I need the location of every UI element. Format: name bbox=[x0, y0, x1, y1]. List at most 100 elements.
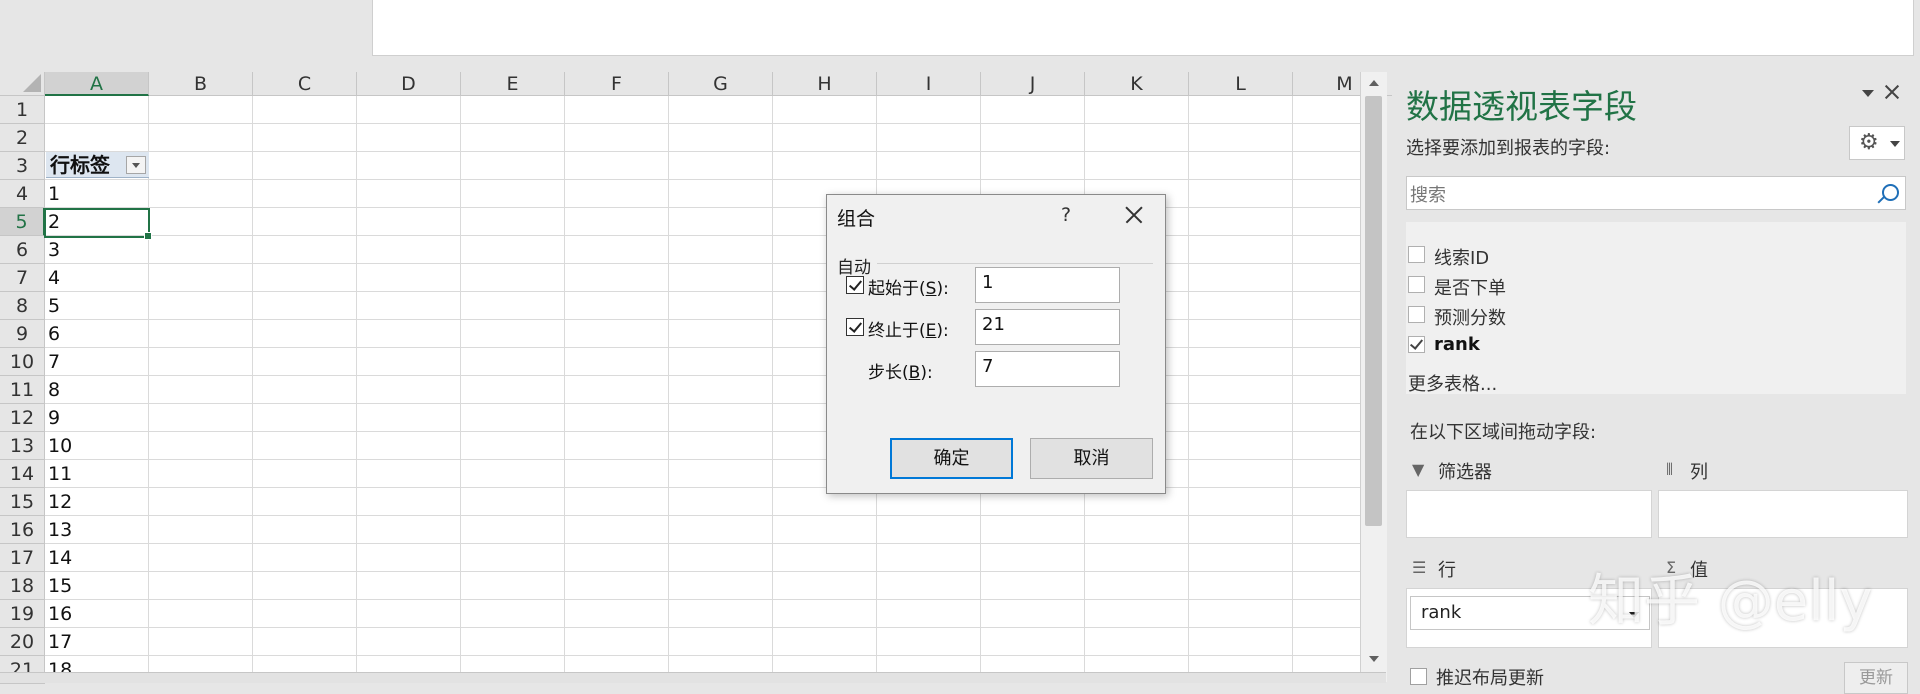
pivot-row-value[interactable]: 13 bbox=[48, 516, 72, 544]
field-checkbox[interactable] bbox=[1408, 336, 1425, 353]
end-checkbox[interactable] bbox=[846, 318, 864, 336]
end-input[interactable]: 21 bbox=[975, 309, 1120, 345]
pivot-row-label-header[interactable]: 行标签 bbox=[46, 152, 149, 178]
sheet-tab-bar[interactable] bbox=[0, 672, 1386, 683]
columns-area-label: 列 bbox=[1690, 462, 1708, 483]
filter-icon: ▼ bbox=[1412, 460, 1425, 479]
group-dialog: 组合 ? 自动 起始于(S): 1 终止于(E): 21 步长(B): 7 确定… bbox=[826, 194, 1166, 494]
row-header-2[interactable]: 2 bbox=[0, 124, 45, 152]
column-header-f[interactable]: F bbox=[565, 72, 669, 96]
panel-options-caret-icon[interactable] bbox=[1862, 90, 1874, 97]
pivot-row-value[interactable]: 4 bbox=[48, 264, 60, 292]
start-input[interactable]: 1 bbox=[975, 267, 1120, 303]
fill-handle[interactable] bbox=[144, 232, 152, 240]
defer-update-label: 推迟布局更新 bbox=[1436, 668, 1544, 689]
scroll-thumb[interactable] bbox=[1365, 96, 1382, 526]
pivot-row-value[interactable]: 7 bbox=[48, 348, 60, 376]
formula-input[interactable] bbox=[372, 0, 1914, 56]
vertical-scrollbar[interactable] bbox=[1360, 72, 1387, 682]
row-header-20[interactable]: 20 bbox=[0, 628, 45, 656]
field-search-input[interactable]: 搜索 bbox=[1406, 176, 1906, 210]
column-header-d[interactable]: D bbox=[357, 72, 461, 96]
row-header-14[interactable]: 14 bbox=[0, 460, 45, 488]
pivot-row-value[interactable]: 5 bbox=[48, 292, 60, 320]
column-header-l[interactable]: L bbox=[1189, 72, 1293, 96]
section-divider bbox=[877, 263, 1153, 264]
columns-drop-area[interactable] bbox=[1658, 490, 1908, 538]
row-header-16[interactable]: 16 bbox=[0, 516, 45, 544]
column-header-h[interactable]: H bbox=[773, 72, 877, 96]
cancel-button[interactable]: 取消 bbox=[1030, 438, 1153, 479]
field-item[interactable]: 线索ID bbox=[1406, 242, 1886, 270]
column-header-j[interactable]: J bbox=[981, 72, 1085, 96]
row-header-10[interactable]: 10 bbox=[0, 348, 45, 376]
rows-icon: ☰ bbox=[1412, 558, 1427, 577]
field-item[interactable]: 预测分数 bbox=[1406, 302, 1886, 330]
row-header-11[interactable]: 11 bbox=[0, 376, 45, 404]
defer-update-checkbox[interactable] bbox=[1410, 668, 1427, 685]
field-checkbox[interactable] bbox=[1408, 276, 1425, 293]
filter-dropdown-icon[interactable] bbox=[126, 156, 146, 174]
selected-cell-a5[interactable] bbox=[44, 208, 152, 240]
row-header-9[interactable]: 9 bbox=[0, 320, 45, 348]
more-tables-link[interactable]: 更多表格... bbox=[1408, 370, 1497, 396]
update-button[interactable]: 更新 bbox=[1844, 662, 1908, 694]
row-header-3[interactable]: 3 bbox=[0, 152, 45, 180]
column-header-a[interactable]: A bbox=[45, 72, 149, 96]
panel-close-icon[interactable] bbox=[1882, 82, 1902, 102]
field-checkbox[interactable] bbox=[1408, 306, 1425, 323]
dialog-close-icon[interactable] bbox=[1119, 201, 1149, 229]
row-header-1[interactable]: 1 bbox=[0, 96, 45, 124]
row-header-6[interactable]: 6 bbox=[0, 236, 45, 264]
pivot-row-value[interactable]: 10 bbox=[48, 432, 72, 460]
row-header-7[interactable]: 7 bbox=[0, 264, 45, 292]
start-checkbox[interactable] bbox=[846, 276, 864, 294]
row-header-5[interactable]: 5 bbox=[0, 208, 45, 236]
dialog-help-button[interactable]: ? bbox=[1051, 201, 1081, 229]
select-all-button[interactable] bbox=[0, 72, 45, 96]
pivot-row-value[interactable]: 16 bbox=[48, 600, 72, 628]
pivot-row-label-text: 行标签 bbox=[50, 153, 110, 177]
pivot-row-value[interactable]: 14 bbox=[48, 544, 72, 572]
column-header-e[interactable]: E bbox=[461, 72, 565, 96]
row-header-19[interactable]: 19 bbox=[0, 600, 45, 628]
pivot-row-value[interactable]: 15 bbox=[48, 572, 72, 600]
auto-section-label: 自动 bbox=[837, 258, 871, 278]
rows-area-label: 行 bbox=[1438, 560, 1456, 581]
row-header-4[interactable]: 4 bbox=[0, 180, 45, 208]
pivot-row-value[interactable]: 6 bbox=[48, 320, 60, 348]
column-header-g[interactable]: G bbox=[669, 72, 773, 96]
tools-button[interactable]: ⚙ bbox=[1849, 126, 1905, 160]
scroll-down-arrow-icon[interactable] bbox=[1361, 648, 1387, 670]
field-item[interactable]: rank bbox=[1406, 332, 1886, 360]
pivot-row-value[interactable]: 9 bbox=[48, 404, 60, 432]
pivot-row-value[interactable]: 17 bbox=[48, 628, 72, 656]
row-header-13[interactable]: 13 bbox=[0, 432, 45, 460]
column-header-k[interactable]: K bbox=[1085, 72, 1189, 96]
row-header-15[interactable]: 15 bbox=[0, 488, 45, 516]
pivot-row-value[interactable]: 12 bbox=[48, 488, 72, 516]
pivot-row-value[interactable]: 8 bbox=[48, 376, 60, 404]
search-placeholder: 搜索 bbox=[1410, 185, 1446, 206]
row-header-8[interactable]: 8 bbox=[0, 292, 45, 320]
column-header-b[interactable]: B bbox=[149, 72, 253, 96]
pivot-row-value[interactable]: 1 bbox=[48, 180, 60, 208]
scroll-up-arrow-icon[interactable] bbox=[1361, 72, 1387, 94]
watermark: 知乎 @elly bbox=[1588, 569, 1873, 634]
pivot-row-value[interactable]: 3 bbox=[48, 236, 60, 264]
row-header-18[interactable]: 18 bbox=[0, 572, 45, 600]
start-label: 起始于(S): bbox=[868, 279, 949, 299]
field-item[interactable]: 是否下单 bbox=[1406, 272, 1886, 300]
select-all-triangle-icon bbox=[23, 74, 41, 92]
row-header-17[interactable]: 17 bbox=[0, 544, 45, 572]
filter-drop-area[interactable] bbox=[1406, 490, 1652, 538]
column-header-i[interactable]: I bbox=[877, 72, 981, 96]
pivot-row-value[interactable]: 11 bbox=[48, 460, 72, 488]
field-checkbox[interactable] bbox=[1408, 246, 1425, 263]
search-icon[interactable] bbox=[1882, 184, 1899, 201]
row-header-12[interactable]: 12 bbox=[0, 404, 45, 432]
step-input[interactable]: 7 bbox=[975, 351, 1120, 387]
filter-area-label: 筛选器 bbox=[1438, 462, 1492, 483]
ok-button[interactable]: 确定 bbox=[890, 438, 1013, 479]
column-header-c[interactable]: C bbox=[253, 72, 357, 96]
